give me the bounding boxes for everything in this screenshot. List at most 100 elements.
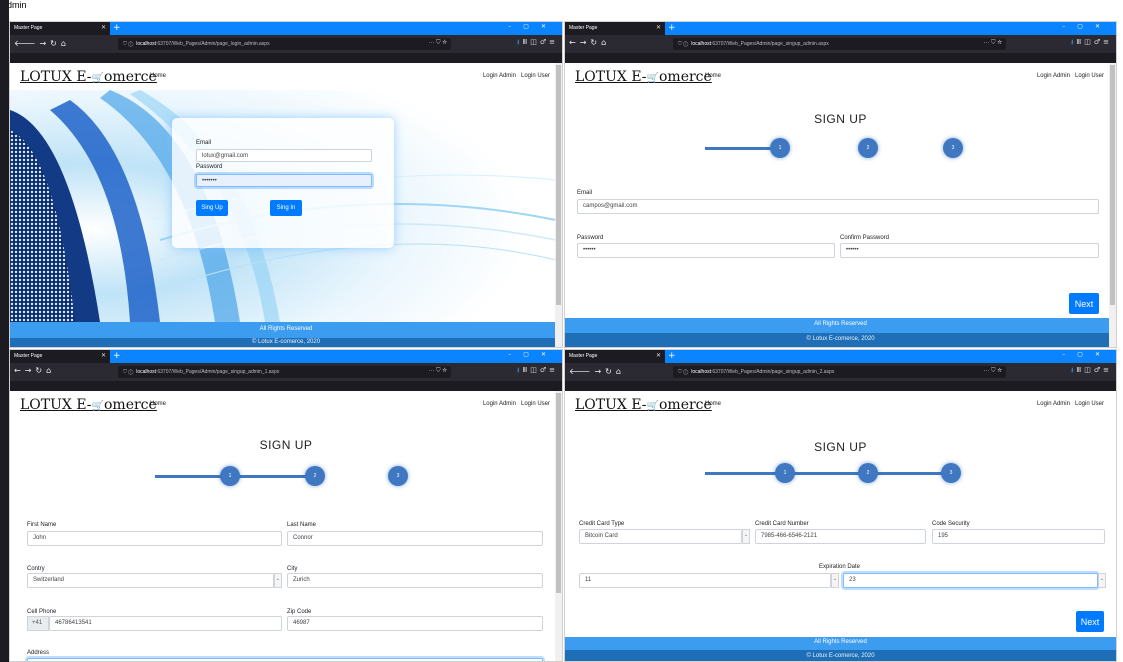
back-icon[interactable]: ←: [14, 366, 25, 375]
scrollbar[interactable]: [555, 391, 562, 661]
extension-icon[interactable]: ♂: [1094, 38, 1103, 46]
toolbar-icons[interactable]: ⭳Ⅲ◫♂≡: [1071, 38, 1112, 49]
login-admin-link[interactable]: Login Admin: [483, 401, 516, 407]
bookmark-star-icon[interactable]: ··· ⛉ ☆: [428, 40, 447, 47]
home-icon[interactable]: ⌂: [61, 39, 70, 48]
scrollbar[interactable]: [555, 63, 562, 347]
bookmark-star-icon[interactable]: ··· ⛉ ☆: [428, 368, 447, 375]
url-bar[interactable]: ⛉ ⓘ localhost:63707/Web_Pages/Admin/page_…: [118, 366, 451, 378]
new-tab-icon[interactable]: +: [113, 22, 121, 34]
nav-home-link[interactable]: Home: [705, 401, 721, 407]
close-tab-icon[interactable]: ✕: [101, 24, 106, 31]
forward-icon[interactable]: →: [39, 39, 50, 48]
new-tab-icon[interactable]: +: [113, 350, 121, 362]
last-name-input[interactable]: Connor: [287, 531, 543, 546]
sidebar-icon[interactable]: ◫: [1084, 366, 1094, 374]
new-tab-icon[interactable]: +: [668, 350, 676, 362]
email-input[interactable]: lotux@gmail.com: [196, 149, 372, 162]
reload-icon[interactable]: ↻: [35, 366, 46, 375]
url-bar[interactable]: ⛉ ⓘ localhost:63707/Web_Pages/Admin/page_…: [118, 38, 451, 50]
scrollbar-thumb[interactable]: [556, 65, 561, 305]
home-icon[interactable]: ⌂: [46, 366, 55, 375]
login-admin-link[interactable]: Login Admin: [483, 73, 516, 79]
zip-code-input[interactable]: 46987: [287, 616, 543, 631]
url-bar[interactable]: ⛉ ⓘ localhost:63707/Web_Pages/Admin/page_…: [673, 38, 1006, 50]
confirm-password-input[interactable]: ••••••: [840, 243, 1099, 258]
toolbar-icons[interactable]: ⭳Ⅲ◫♂≡: [517, 366, 558, 377]
home-icon[interactable]: ⌂: [601, 38, 610, 47]
forward-icon[interactable]: →: [594, 367, 605, 376]
extension-icon[interactable]: ♂: [1094, 366, 1103, 374]
back-icon[interactable]: 🡐: [569, 367, 594, 376]
exp-month-select[interactable]: 11: [579, 573, 831, 588]
reload-icon[interactable]: ↻: [50, 39, 61, 48]
scrollbar[interactable]: [1109, 63, 1116, 347]
sidebar-icon[interactable]: ◫: [530, 38, 540, 46]
address-input[interactable]: [27, 658, 543, 661]
new-tab-icon[interactable]: +: [668, 22, 676, 34]
window-controls[interactable]: –▢✕: [508, 23, 558, 30]
close-tab-icon[interactable]: ✕: [101, 352, 106, 359]
browser-tab[interactable]: Master Page ✕: [565, 22, 665, 35]
cell-phone-input[interactable]: 46786413541: [49, 616, 282, 631]
brand-logo[interactable]: LOTUX E-🛒omerce: [20, 397, 157, 413]
nav-home-link[interactable]: Home: [150, 401, 166, 407]
login-admin-link[interactable]: Login Admin: [1037, 73, 1070, 79]
password-input[interactable]: ••••••: [577, 243, 835, 258]
nav-home-link[interactable]: Home: [705, 73, 721, 79]
browser-tab[interactable]: Master Page ✕: [10, 22, 110, 35]
reload-icon[interactable]: ↻: [605, 367, 616, 376]
password-input[interactable]: •••••••: [196, 174, 372, 187]
brand-logo[interactable]: LOTUX E-🛒omerce: [575, 69, 712, 85]
close-tab-icon[interactable]: ✕: [656, 352, 661, 359]
forward-icon[interactable]: →: [25, 366, 36, 375]
chevron-down-icon[interactable]: ⌄: [742, 529, 750, 544]
login-user-link[interactable]: Login User: [521, 401, 550, 407]
toolbar-icons[interactable]: ⭳Ⅲ◫♂≡: [1071, 366, 1112, 377]
reload-icon[interactable]: ↻: [590, 38, 601, 47]
forward-icon[interactable]: →: [580, 38, 591, 47]
window-controls[interactable]: –▢✕: [1062, 351, 1112, 358]
menu-icon[interactable]: ≡: [1103, 38, 1112, 46]
login-user-link[interactable]: Login User: [1075, 401, 1104, 407]
exp-year-select[interactable]: 23: [843, 573, 1098, 588]
first-name-input[interactable]: John: [27, 531, 282, 546]
card-number-input[interactable]: 7985-466-6546-2121: [755, 529, 926, 544]
extension-icon[interactable]: ♂: [540, 38, 549, 46]
brand-logo[interactable]: LOTUX E-🛒omerce: [575, 397, 712, 413]
card-type-select[interactable]: Bitcoin Card: [579, 529, 742, 544]
nav-buttons[interactable]: 🡐→↻⌂: [14, 38, 70, 48]
scrollbar-thumb[interactable]: [1110, 65, 1115, 305]
chevron-down-icon[interactable]: ⌄: [274, 573, 282, 588]
scrollbar-thumb[interactable]: [556, 393, 561, 593]
toolbar-icons[interactable]: ⭳Ⅲ◫♂≡: [517, 38, 558, 49]
next-button[interactable]: Next: [1076, 611, 1104, 632]
brand-logo[interactable]: LOTUX E-🛒omerce: [20, 69, 157, 85]
sidebar-icon[interactable]: ◫: [530, 366, 540, 374]
signup-button[interactable]: Sing Up: [196, 200, 228, 216]
email-input[interactable]: campos@gmail.com: [577, 199, 1099, 214]
back-icon[interactable]: ←: [569, 38, 580, 47]
city-input[interactable]: Zurich: [287, 573, 543, 588]
browser-tab[interactable]: Master Page ✕: [10, 350, 110, 363]
sidebar-icon[interactable]: ◫: [1084, 38, 1094, 46]
menu-icon[interactable]: ≡: [549, 366, 558, 374]
nav-home-link[interactable]: Home: [150, 73, 166, 79]
signin-button[interactable]: Sing In: [270, 200, 302, 216]
chevron-down-icon[interactable]: ⌄: [1098, 573, 1106, 588]
window-controls[interactable]: –▢✕: [1062, 23, 1112, 30]
login-admin-link[interactable]: Login Admin: [1037, 401, 1070, 407]
next-button[interactable]: Next: [1069, 293, 1099, 314]
bookmark-star-icon[interactable]: ··· ⛉ ☆: [983, 368, 1002, 375]
code-security-input[interactable]: 195: [932, 529, 1105, 544]
login-user-link[interactable]: Login User: [521, 73, 550, 79]
nav-buttons[interactable]: ←→↻⌂: [14, 366, 55, 375]
country-select[interactable]: Switzerland: [27, 573, 274, 588]
url-bar[interactable]: ⛉ ⓘ localhost:63707/Web_Pages/Admin/page_…: [673, 366, 1006, 378]
bookmark-star-icon[interactable]: ··· ⛉ ☆: [983, 40, 1002, 47]
browser-tab[interactable]: Master Page ✕: [565, 350, 665, 363]
close-tab-icon[interactable]: ✕: [656, 24, 661, 31]
extension-icon[interactable]: ♂: [540, 366, 549, 374]
window-controls[interactable]: –▢✕: [508, 351, 558, 358]
back-icon[interactable]: 🡐: [14, 39, 39, 48]
